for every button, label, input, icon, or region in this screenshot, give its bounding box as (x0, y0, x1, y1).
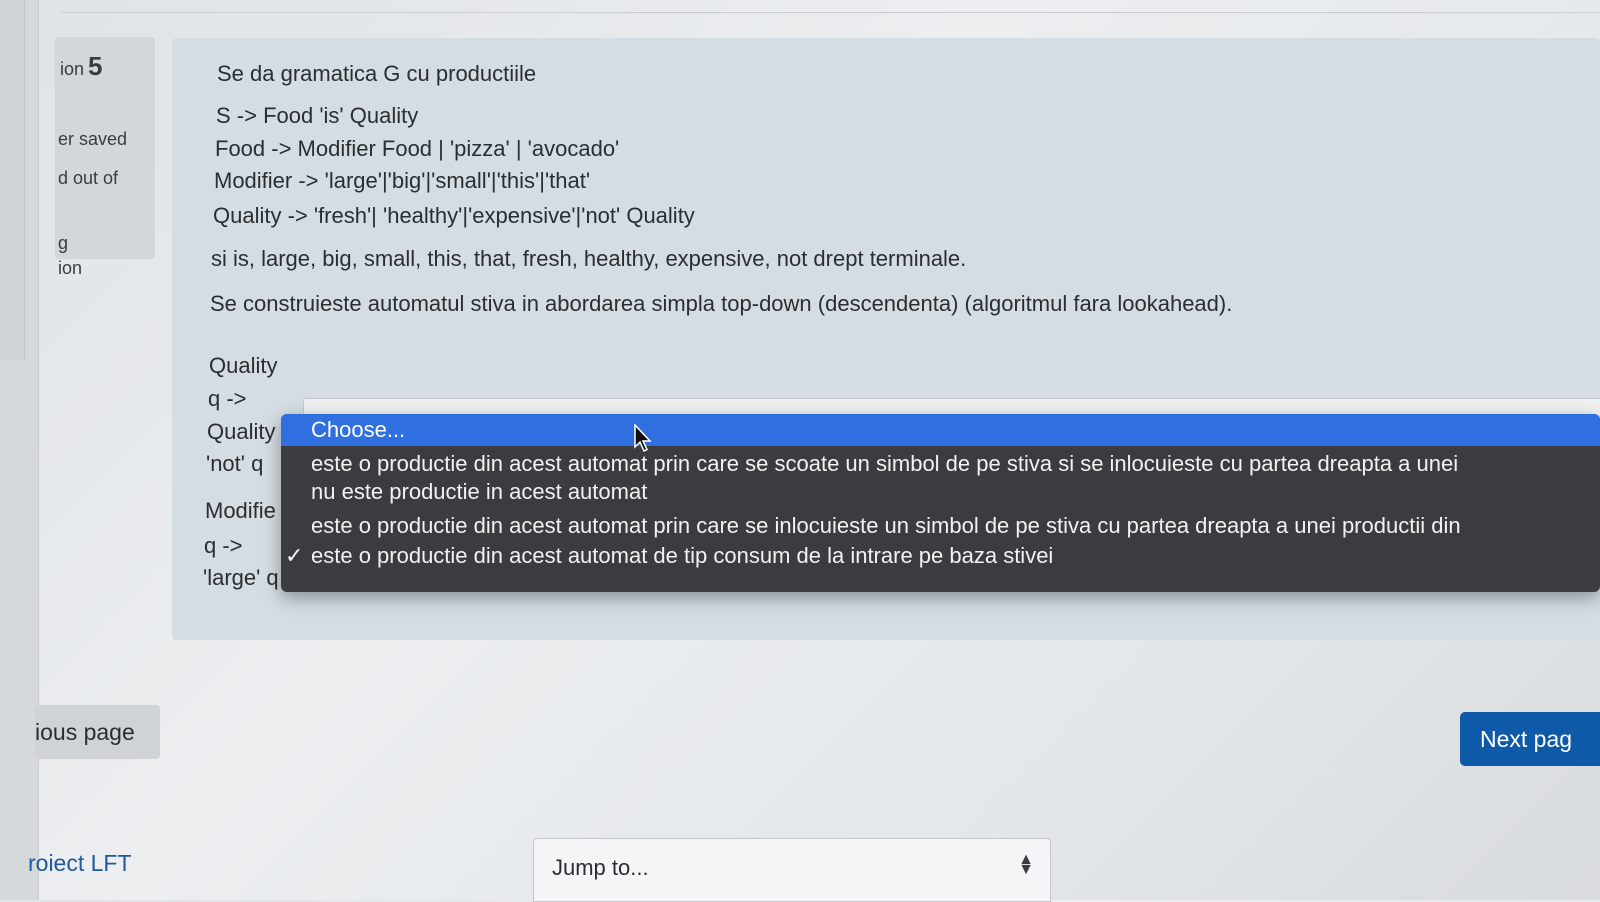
dropdown-option-replace-stack-symbol[interactable]: este o productie din acest automat prin … (281, 510, 1600, 542)
left-rail (0, 0, 39, 900)
dropdown-option-label: Choose... (311, 417, 406, 442)
previous-page-button[interactable]: ious page (35, 705, 160, 759)
flag-question-link[interactable]: g (58, 233, 68, 254)
item-3-line-3: 'large' q (203, 565, 279, 590)
production-1: S -> Food 'is' Quality (216, 103, 419, 128)
production-2: Food -> Modifier Food | 'pizza' | 'avoca… (215, 136, 620, 161)
jump-to-label: Jump to... (552, 855, 649, 880)
answer-dropdown-menu[interactable]: Choose... este o productie din acest aut… (281, 414, 1600, 592)
item-1-line-3: Quality (207, 419, 276, 444)
terminals-text: si is, large, big, small, this, that, fr… (211, 246, 967, 271)
saved-status: er saved (58, 129, 128, 149)
previous-page-label: ious page (35, 719, 135, 745)
course-link[interactable]: roiect LFT (28, 850, 132, 877)
item-2-line-1: 'not' q (206, 451, 264, 476)
jump-to-select[interactable]: Jump to... ▲ ▼ (533, 838, 1051, 902)
production-4: Quality -> 'fresh'| 'healthy'|'expensive… (213, 203, 695, 228)
question-intro: Se da gramatica G cu productiile (217, 61, 537, 86)
mouse-pointer-icon (634, 424, 652, 453)
item-1-line-1: Quality (209, 353, 278, 378)
dropdown-option-choose[interactable]: Choose... (281, 414, 1600, 446)
dropdown-option-label: este o productie din acest automat de ti… (311, 543, 1054, 568)
marked-out-of: d out of (58, 168, 119, 188)
item-3-line-2: q -> (204, 533, 243, 558)
edit-question-link[interactable]: ion (58, 258, 82, 279)
item-1-line-2: q -> (208, 386, 247, 411)
select-arrows-icon: ▲ ▼ (1018, 851, 1034, 878)
question-number-label: ion 5 (60, 51, 103, 82)
next-page-label: Next pag (1480, 726, 1573, 752)
left-rail-panel (0, 0, 25, 360)
dropdown-option-consume-input[interactable]: ✓ este o productie din acest automat de … (281, 540, 1600, 572)
next-page-button[interactable]: Next pag (1460, 712, 1600, 766)
dropdown-option-label: este o productie din acest automat prin … (311, 513, 1461, 538)
question-number: 5 (88, 51, 103, 81)
dropdown-option-not-production[interactable]: nu este productie in acest automat (281, 476, 1600, 508)
dropdown-option-label: este o productie din acest automat prin … (311, 451, 1459, 476)
checkmark-icon: ✓ (285, 543, 304, 568)
production-3: Modifier -> 'large'|'big'|'small'|'this'… (214, 168, 591, 193)
dropdown-option-label: nu este productie in acest automat (311, 479, 648, 504)
construction-text: Se construieste automatul stiva in abord… (210, 291, 1233, 316)
question-prefix: ion (60, 59, 85, 79)
question-info-box: ion 5 er saved d out of g ion (55, 37, 155, 278)
top-divider (62, 12, 1600, 13)
item-3-line-1: Modifie (205, 498, 276, 523)
